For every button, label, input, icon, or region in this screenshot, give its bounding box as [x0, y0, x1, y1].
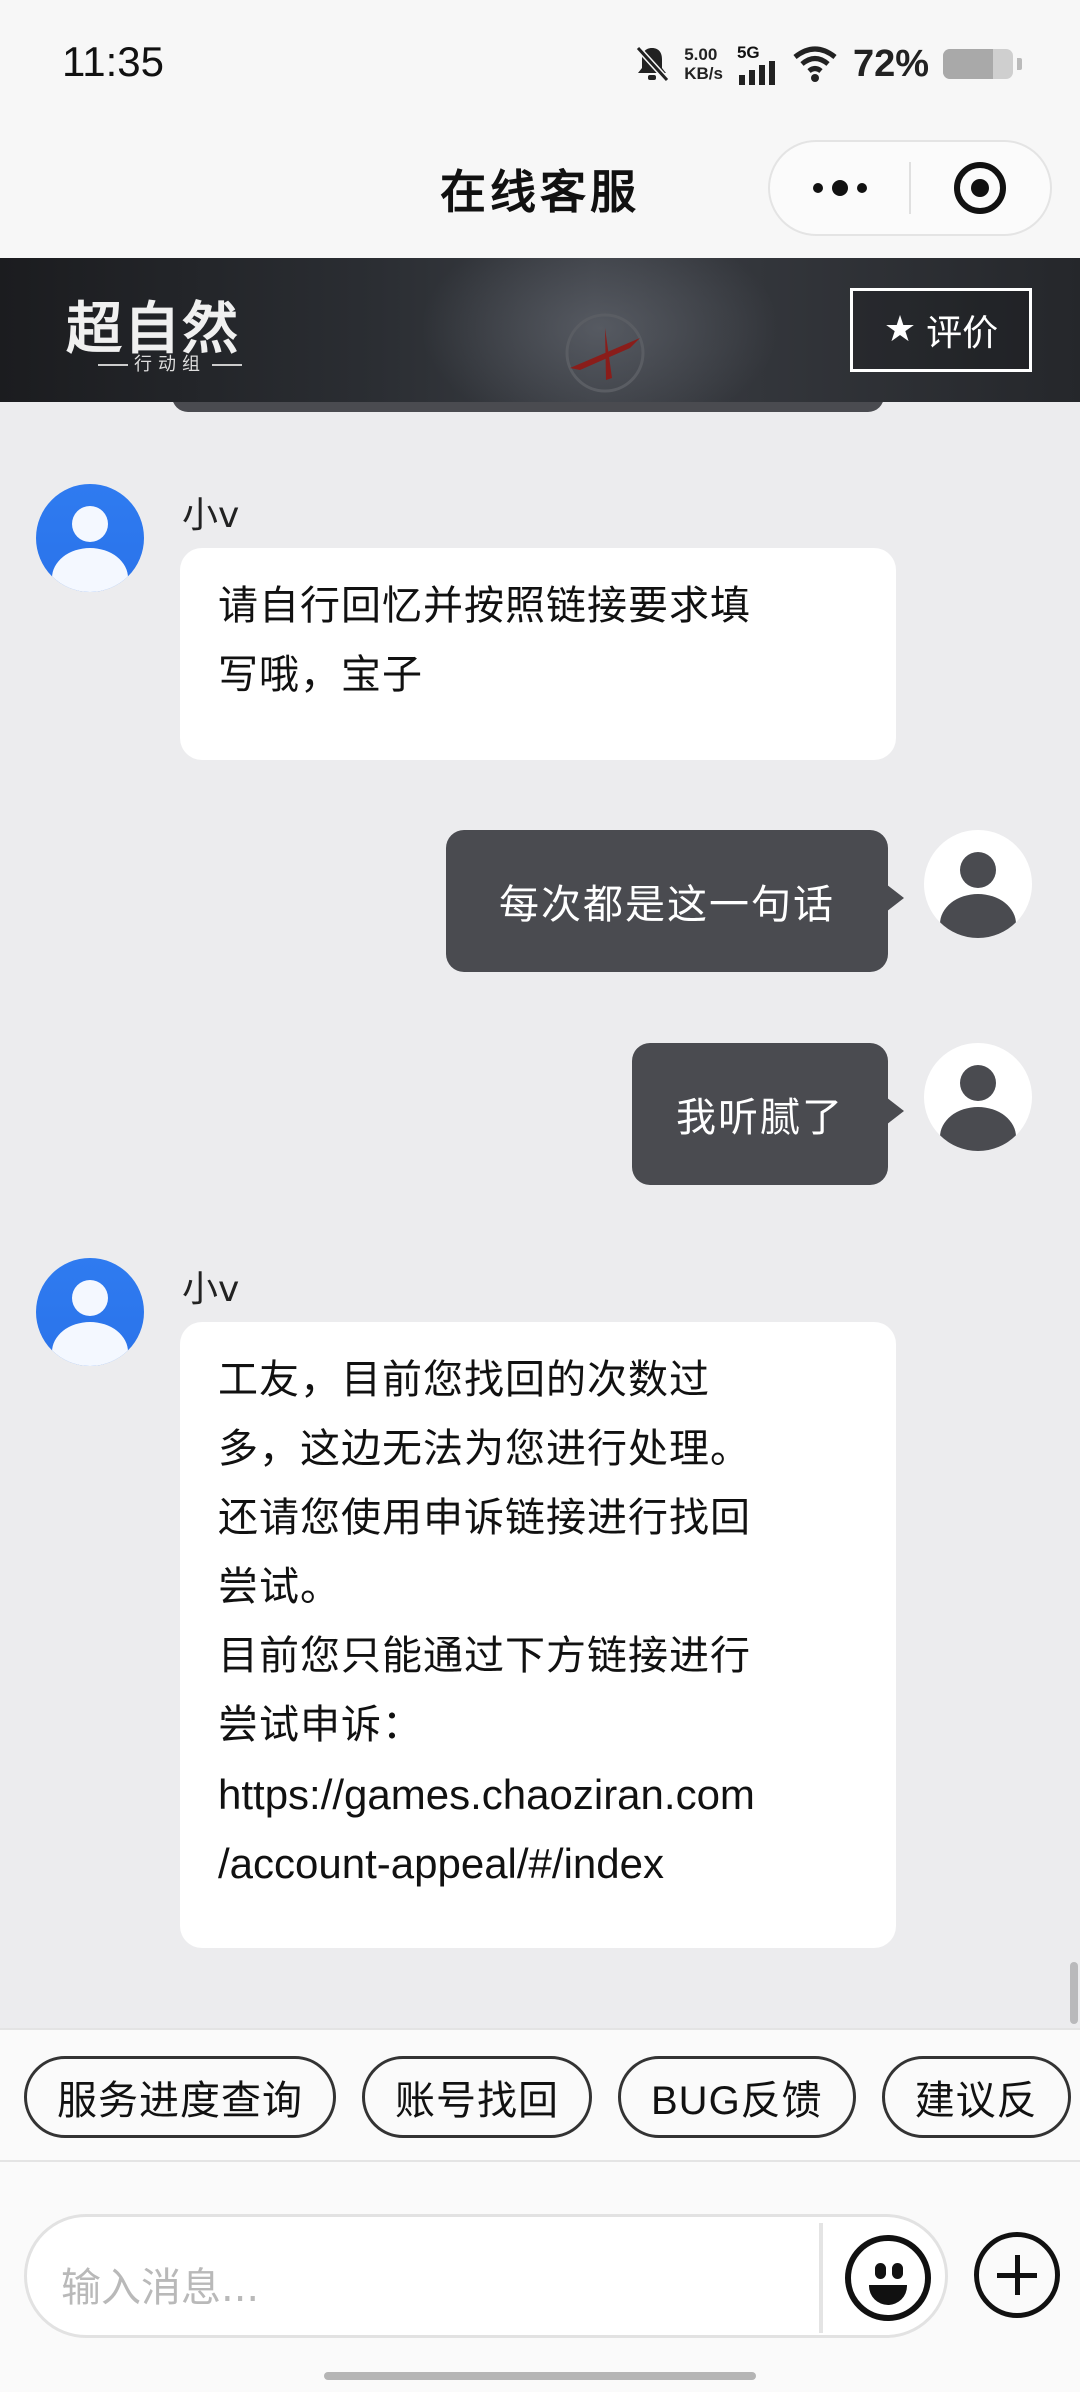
- message-input-placeholder: 输入消息...: [61, 2265, 260, 2311]
- message-line: 尝试。: [218, 1564, 341, 1610]
- home-indicator[interactable]: [324, 2372, 756, 2380]
- status-bar: 11:35 5.00 KB/s 5G 72%: [0, 0, 1080, 128]
- game-logo-subtitle: 行动组: [92, 350, 248, 376]
- network-type: 5G: [736, 42, 760, 62]
- user-avatar: [924, 830, 1032, 938]
- message-line: 还请您使用申诉链接进行找回: [218, 1495, 751, 1541]
- chat-scrollbar[interactable]: [1070, 1962, 1078, 2024]
- outgoing-message-bubble[interactable]: 我听腻了: [632, 1043, 904, 1185]
- network-speed-value: 5.00: [684, 45, 718, 64]
- plane-icon: [565, 313, 645, 393]
- quick-action-account-recovery[interactable]: 账号找回: [362, 2056, 592, 2138]
- target-circle-icon: [954, 162, 1007, 214]
- battery-tip: [1017, 58, 1022, 70]
- message-input[interactable]: 输入消息...: [24, 2214, 948, 2338]
- quick-action-suggestion[interactable]: 建议反: [881, 2056, 1071, 2138]
- mini-program-capsule: [768, 140, 1052, 236]
- agent-avatar: [36, 484, 144, 592]
- wifi-icon: [793, 46, 837, 82]
- mute-bell-icon: [635, 45, 670, 83]
- input-area: 输入消息...: [0, 2162, 1080, 2392]
- message-line: 工友，目前您找回的次数过: [218, 1357, 710, 1403]
- close-mini-program-button[interactable]: [911, 142, 1050, 234]
- outgoing-message-bubble[interactable]: 每次都是这一句话: [446, 830, 904, 972]
- sender-name: 小v: [182, 1269, 240, 1310]
- status-icons: 5.00 KB/s 5G 72%: [634, 40, 1022, 88]
- more-button[interactable]: [770, 142, 909, 234]
- quick-actions-bar[interactable]: 服务进度查询 账号找回 BUG反馈 建议反: [0, 2028, 1080, 2162]
- quick-action-service-progress[interactable]: 服务进度查询: [24, 2056, 336, 2138]
- network-speed: 5.00 KB/s: [684, 45, 723, 83]
- emoji-button[interactable]: [845, 2235, 931, 2321]
- battery-percent: 72%: [852, 42, 929, 85]
- game-banner: 超自然 行动组 ★ 评价: [0, 258, 1080, 402]
- title-bar: 在线客服: [0, 128, 1080, 258]
- add-attachment-button[interactable]: [974, 2232, 1060, 2318]
- cellular-signal: 5G: [737, 44, 777, 85]
- message-line: 请自行回忆并按照链接要求填: [218, 583, 751, 629]
- message-line: 尝试申诉：: [218, 1702, 423, 1748]
- agent-avatar: [36, 1258, 144, 1366]
- rate-button[interactable]: ★ 评价: [850, 288, 1032, 372]
- network-speed-unit: KB/s: [684, 64, 723, 83]
- incoming-message-bubble[interactable]: 工友，目前您找回的次数过 多，这边无法为您进行处理。 还请您使用申诉链接进行找回…: [180, 1322, 896, 1948]
- quick-action-chips: 服务进度查询 账号找回 BUG反馈 建议反: [24, 2056, 1071, 2138]
- signal-bars-icon: [738, 60, 775, 85]
- star-icon: ★: [883, 309, 917, 350]
- quick-action-bug-report[interactable]: BUG反馈: [618, 2056, 856, 2138]
- message-line: 多，这边无法为您进行处理。: [218, 1426, 751, 1472]
- message-line: 写哦，宝子: [218, 652, 423, 698]
- sender-name: 小v: [182, 495, 240, 536]
- previous-message-edge: [172, 402, 884, 412]
- user-avatar: [924, 1043, 1032, 1151]
- incoming-message-bubble[interactable]: 请自行回忆并按照链接要求填 写哦，宝子: [180, 548, 896, 760]
- battery-level-fill: [943, 49, 994, 79]
- status-time: 11:35: [62, 38, 164, 85]
- rate-label: 评价: [926, 313, 999, 354]
- input-divider: [819, 2223, 823, 2333]
- message-line: 目前您只能通过下方链接进行: [218, 1633, 751, 1679]
- appeal-link[interactable]: https://games.chaoziran.com: [218, 1760, 856, 1829]
- battery-icon: [943, 49, 1013, 79]
- appeal-link[interactable]: /account-appeal/#/index: [218, 1829, 856, 1898]
- chat-list[interactable]: 小v 请自行回忆并按照链接要求填 写哦，宝子 每次都是这一句话 我听腻了 小v …: [0, 402, 1080, 2028]
- more-dots-icon: [812, 180, 867, 196]
